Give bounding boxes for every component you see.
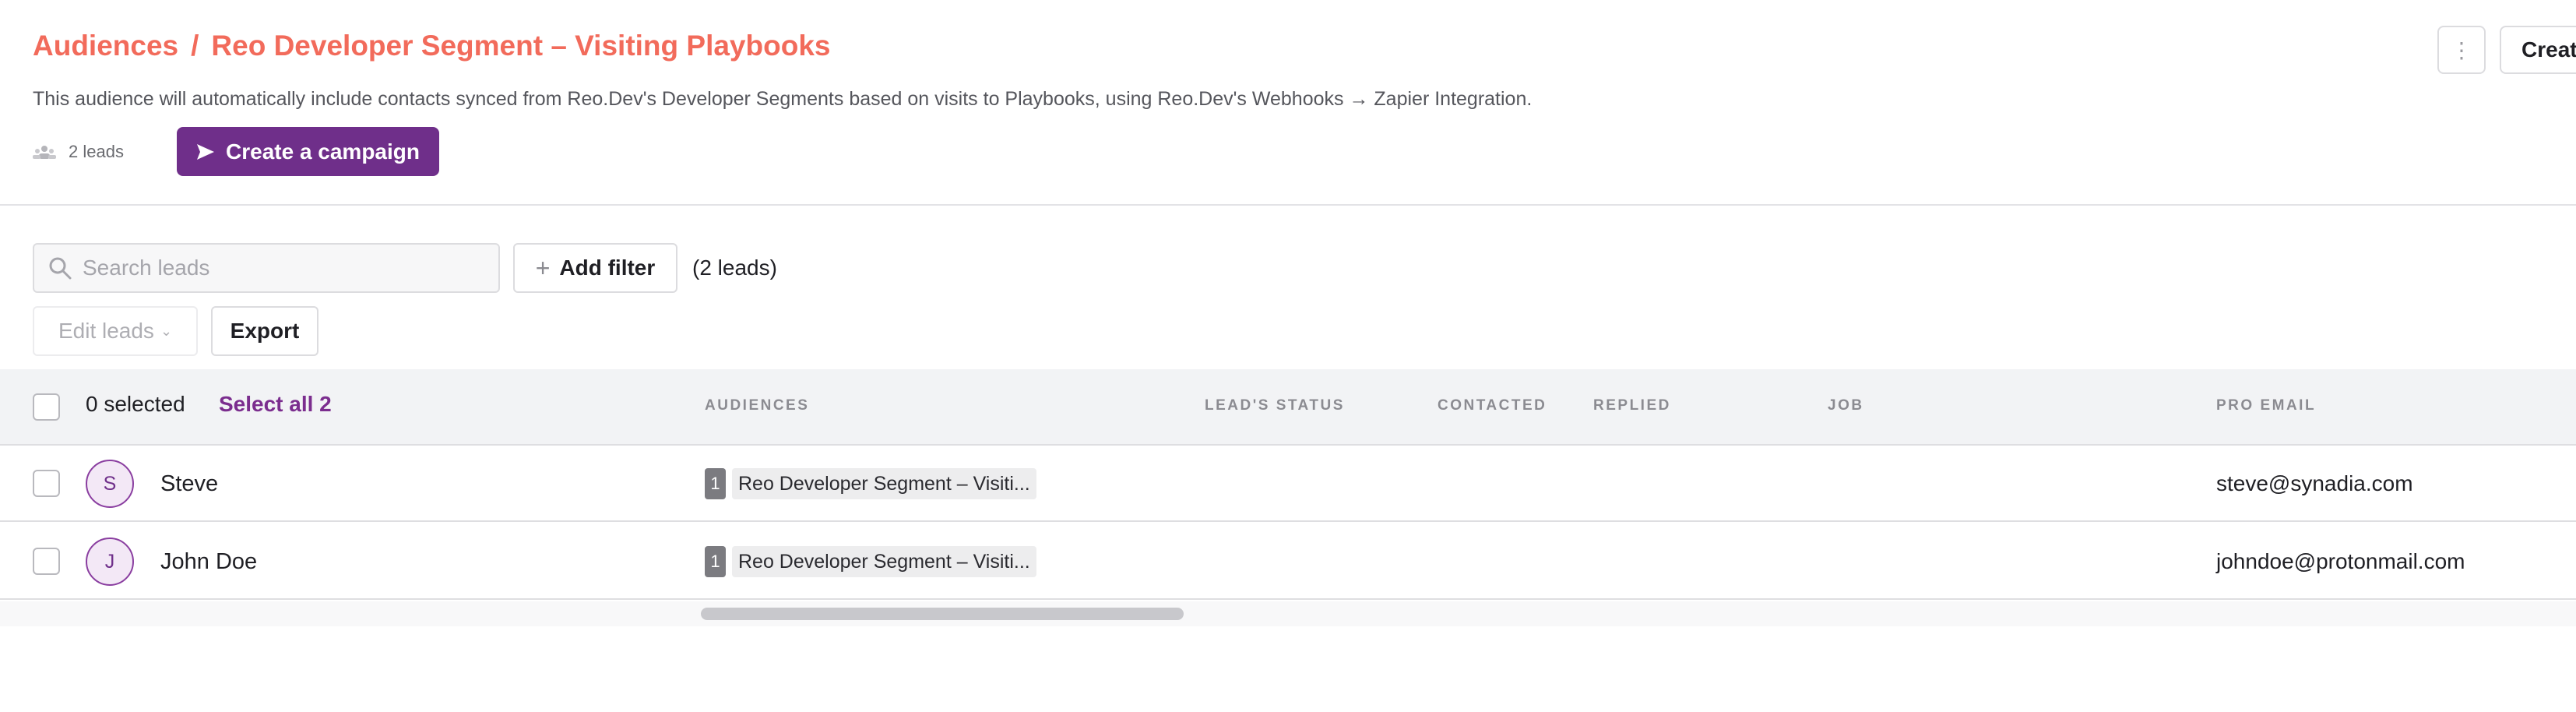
add-filter-label: Add filter <box>559 256 656 280</box>
column-header-lead-status[interactable]: LEAD'S STATUS <box>1205 397 1345 414</box>
lead-email: steve@synadia.com <box>2216 471 2413 495</box>
leads-count-indicator: 2 leads <box>33 142 124 162</box>
row-checkbox[interactable] <box>33 548 60 575</box>
chevron-down-icon: ⌄ <box>160 323 173 339</box>
create-campaign-label: Create a campaign <box>226 139 420 164</box>
create-campaign-button[interactable]: Create a campaign <box>177 127 439 176</box>
column-header-job[interactable]: JOB <box>1828 397 1864 414</box>
filtered-leads-count: (2 leads) <box>692 256 777 280</box>
lead-name[interactable]: John Doe <box>160 549 257 575</box>
audience-description: This audience will automatically include… <box>33 88 1533 110</box>
audience-count-badge: 1 <box>705 546 726 577</box>
export-button[interactable]: Export <box>211 306 318 356</box>
row-checkbox[interactable] <box>33 470 60 497</box>
add-filter-button[interactable]: + Add filter <box>513 243 677 293</box>
create-button-label: Create <box>2521 37 2576 62</box>
breadcrumb-separator: / <box>191 30 199 62</box>
breadcrumb: Audiences / Reo Developer Segment – Visiti… <box>33 30 830 62</box>
column-header-audiences[interactable]: AUDIENCES <box>705 397 809 414</box>
table-row[interactable]: J John Doe 1 Reo Developer Segment – Vis… <box>0 523 2576 600</box>
selected-count: 0 selected <box>86 392 185 416</box>
lead-name[interactable]: Steve <box>160 471 218 497</box>
table-row[interactable]: S Steve 1 Reo Developer Segment – Visiti… <box>0 446 2576 522</box>
search-leads-input[interactable] <box>83 256 487 280</box>
audience-count-badge: 1 <box>705 468 726 499</box>
scrollbar-thumb[interactable] <box>701 608 1184 620</box>
people-icon <box>33 146 56 159</box>
send-icon <box>197 143 214 160</box>
edit-leads-label: Edit leads <box>58 319 154 343</box>
plus-icon: + <box>535 253 551 282</box>
create-button[interactable]: Create <box>2500 26 2576 74</box>
horizontal-scrollbar[interactable] <box>0 601 2576 626</box>
column-header-contacted[interactable]: CONTACTED <box>1438 397 1547 414</box>
column-header-pro-email[interactable]: PRO EMAIL <box>2216 397 2316 414</box>
leads-count-label: 2 leads <box>69 142 124 161</box>
column-header-replied[interactable]: REPLIED <box>1593 397 1671 414</box>
select-all-link[interactable]: Select all 2 <box>219 392 332 417</box>
edit-leads-dropdown[interactable]: Edit leads ⌄ <box>33 306 198 356</box>
audience-tag: 1 Reo Developer Segment – Visiti... <box>705 546 1036 577</box>
more-vertical-icon: ⋮ <box>2451 37 2472 62</box>
search-icon <box>49 257 72 280</box>
export-label: Export <box>230 319 300 343</box>
lead-email: johndoe@protonmail.com <box>2216 549 2465 573</box>
avatar: J <box>86 538 134 586</box>
audience-tag: 1 Reo Developer Segment – Visiti... <box>705 468 1036 499</box>
more-options-button[interactable]: ⋮ <box>2437 26 2486 74</box>
audience-label: Reo Developer Segment – Visiti... <box>732 546 1036 577</box>
select-all-checkbox[interactable] <box>33 393 60 421</box>
audience-header: Audiences / Reo Developer Segment – Visiti… <box>0 0 2576 206</box>
breadcrumb-current-audience: Reo Developer Segment – Visiting Playboo… <box>211 30 831 62</box>
breadcrumb-audiences-link[interactable]: Audiences <box>33 30 178 62</box>
search-leads-box <box>33 243 500 293</box>
avatar: S <box>86 460 134 508</box>
audience-label: Reo Developer Segment – Visiti... <box>732 468 1036 499</box>
